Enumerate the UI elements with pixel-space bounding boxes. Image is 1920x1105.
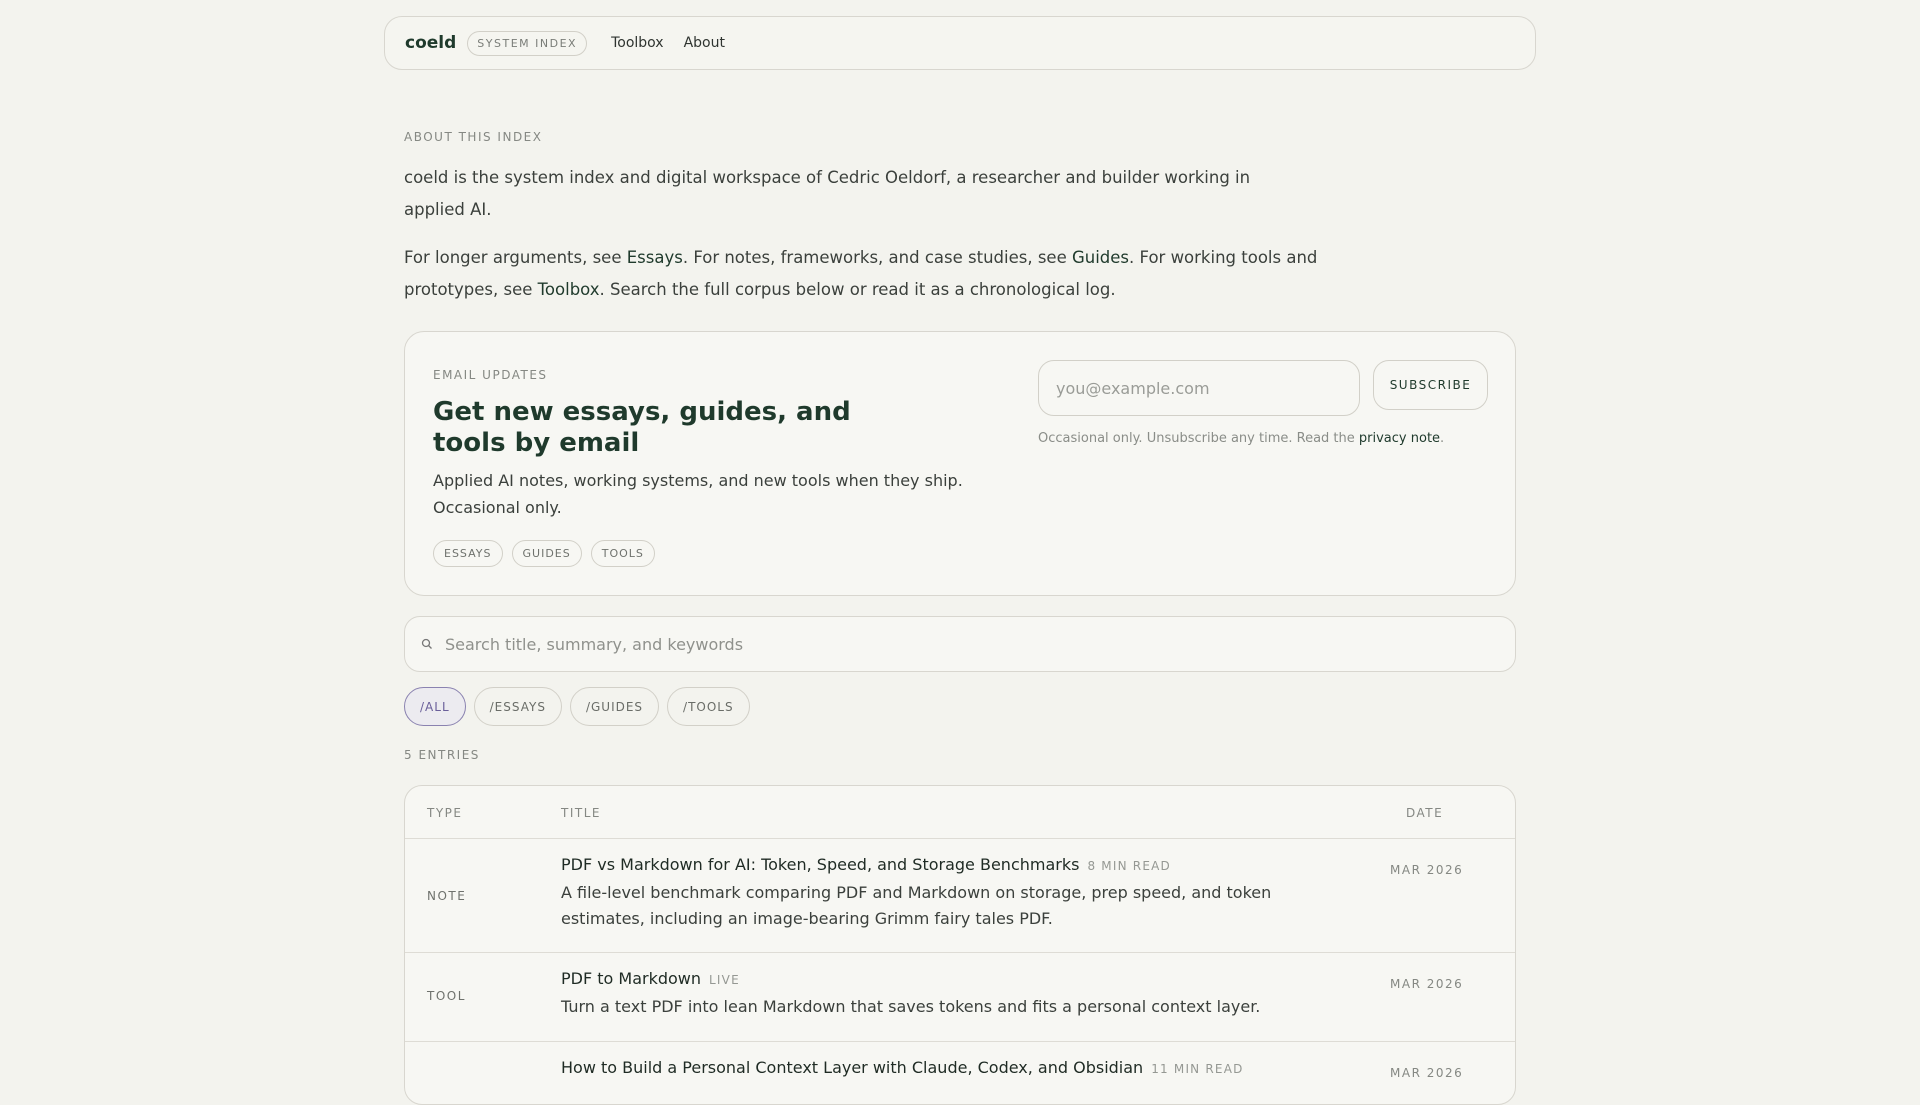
header-title: TITLE <box>561 806 601 820</box>
entry-summary: A file-level benchmark comparing PDF and… <box>561 883 1272 928</box>
text: Occasional only. Unsubscribe any time. R… <box>1038 431 1359 446</box>
entry-meta: 11 MIN READ <box>1151 1062 1244 1076</box>
email-note: Occasional only. Unsubscribe any time. R… <box>1038 431 1444 446</box>
entry-title[interactable]: PDF vs Markdown for AI: Token, Speed, an… <box>561 855 1079 874</box>
text: . For notes, frameworks, and case studie… <box>682 248 1072 267</box>
filter-tools[interactable]: /TOOLS <box>667 687 750 726</box>
filter-essays[interactable]: /ESSAYS <box>473 687 562 726</box>
entry-date: MAR 2026 <box>1390 863 1464 877</box>
about-label: ABOUT THIS INDEX <box>404 130 543 144</box>
entry-title[interactable]: How to Build a Personal Context Layer wi… <box>561 1058 1143 1077</box>
text: . <box>1440 431 1445 446</box>
entry-meta: LIVE <box>709 973 740 987</box>
entry-meta: 8 MIN READ <box>1087 859 1171 873</box>
about-intro: coeld is the system index and digital wo… <box>404 168 1251 219</box>
entry-summary: Turn a text PDF into lean Markdown that … <box>561 997 1261 1016</box>
privacy-note-link[interactable]: privacy note <box>1359 431 1440 446</box>
table-row[interactable]: How to Build a Personal Context Layer wi… <box>405 1042 1515 1104</box>
guides-link[interactable]: Guides <box>1072 248 1129 267</box>
about-links-paragraph: For longer arguments, see Essays. For no… <box>404 242 1324 306</box>
search-input[interactable] <box>445 634 1445 654</box>
email-updates-card: EMAIL UPDATES Get new essays, guides, an… <box>404 331 1516 596</box>
entry-date: MAR 2026 <box>1390 1066 1464 1080</box>
filter-all[interactable]: /ALL <box>404 687 466 726</box>
table-row[interactable]: NOTE PDF vs Markdown for AI: Token, Spee… <box>405 839 1515 953</box>
entry-type: TOOL <box>427 989 466 1003</box>
text: For longer arguments, see <box>404 248 627 267</box>
tag-guides: GUIDES <box>511 540 582 567</box>
header-date: DATE <box>1406 806 1444 820</box>
text: . Search the full corpus below or read i… <box>599 280 1116 299</box>
tag-essays: ESSAYS <box>433 540 503 567</box>
entry-type: NOTE <box>427 889 467 903</box>
search-icon <box>421 638 432 649</box>
entry-date: MAR 2026 <box>1390 977 1464 991</box>
subscribe-button[interactable]: SUBSCRIBE <box>1373 360 1488 410</box>
header-type: TYPE <box>427 806 463 820</box>
table-header: TYPE TITLE DATE <box>405 786 1515 839</box>
table-row[interactable]: TOOL PDF to Markdown LIVE Turn a text PDF… <box>405 953 1515 1042</box>
email-heading: Get new essays, guides, and tools by ema… <box>433 397 851 458</box>
email-updates-label: EMAIL UPDATES <box>433 368 548 382</box>
email-input[interactable] <box>1038 360 1360 416</box>
entries-table: TYPE TITLE DATE NOTE PDF vs Markdown for… <box>404 785 1516 1105</box>
email-description: Applied AI notes, working systems, and n… <box>433 471 963 517</box>
search-box[interactable] <box>404 616 1516 672</box>
nav-toolbox[interactable]: Toolbox <box>611 35 664 51</box>
toolbox-link[interactable]: Toolbox <box>538 280 600 299</box>
tag-tools: TOOLS <box>590 540 655 567</box>
logo[interactable]: coeld <box>405 33 456 53</box>
entry-title[interactable]: PDF to Markdown <box>561 969 701 988</box>
entry-count: 5 ENTRIES <box>404 748 480 762</box>
system-index-badge: SYSTEM INDEX <box>467 30 588 56</box>
essays-link[interactable]: Essays <box>627 248 683 267</box>
nav-about[interactable]: About <box>684 35 725 51</box>
top-nav: coeld SYSTEM INDEX Toolbox About <box>384 16 1536 70</box>
filter-guides[interactable]: /GUIDES <box>569 687 660 726</box>
